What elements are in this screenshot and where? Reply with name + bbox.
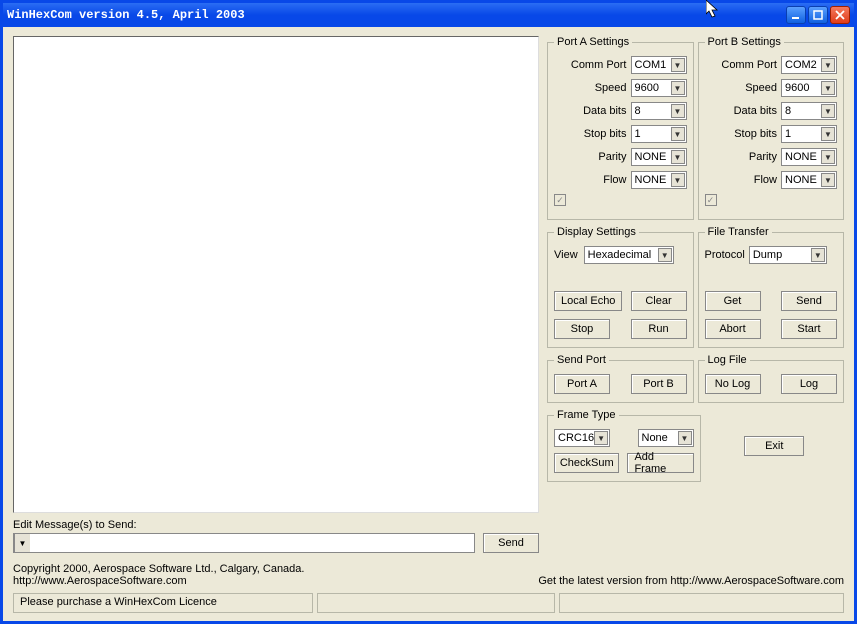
latest-version-text: Get the latest version from http://www.A…	[538, 575, 844, 587]
edit-message-label: Edit Message(s) to Send:	[13, 519, 539, 531]
chevron-down-icon[interactable]: ▼	[678, 431, 692, 445]
port-a-speed-select[interactable]: 9600▼	[631, 79, 687, 97]
chevron-down-icon[interactable]: ▼	[671, 173, 685, 187]
chevron-down-icon[interactable]: ▼	[594, 431, 608, 445]
display-settings: Display Settings View Hexadecimal▼ Local…	[547, 226, 694, 348]
log-file: Log File No LogLog	[698, 354, 845, 403]
chevron-down-icon[interactable]: ▼	[821, 127, 835, 141]
chevron-down-icon[interactable]: ▼	[821, 58, 835, 72]
status-cell-3	[559, 593, 844, 613]
chevron-down-icon[interactable]: ▼	[821, 104, 835, 118]
file-transfer: File Transfer Protocol Dump▼ GetSend Abo…	[698, 226, 845, 348]
stop-button[interactable]: Stop	[554, 319, 610, 339]
window-title: WinHexCom version 4.5, April 2003	[7, 8, 786, 22]
no-log-button[interactable]: No Log	[705, 374, 761, 394]
protocol-select[interactable]: Dump▼	[749, 246, 827, 264]
chevron-down-icon[interactable]: ▼	[671, 150, 685, 164]
start-button[interactable]: Start	[781, 319, 837, 339]
status-cell-2	[317, 593, 555, 613]
chevron-down-icon[interactable]: ▼	[821, 173, 835, 187]
port-a-flow-select[interactable]: NONE▼	[631, 171, 687, 189]
chevron-down-icon[interactable]: ▼	[821, 81, 835, 95]
minimize-button[interactable]	[786, 6, 806, 24]
port-b-speed-select[interactable]: 9600▼	[781, 79, 837, 97]
port-b-comm-select[interactable]: COM2▼	[781, 56, 837, 74]
copyright-text: Copyright 2000, Aerospace Software Ltd.,…	[13, 563, 304, 587]
chevron-down-icon[interactable]: ▼	[671, 104, 685, 118]
port-a-comm-select[interactable]: COM1▼	[631, 56, 687, 74]
local-echo-button[interactable]: Local Echo	[554, 291, 622, 311]
port-b-settings: Port B Settings Comm Port COM2▼ Speed 96…	[698, 36, 845, 220]
port-b-databits-select[interactable]: 8▼	[781, 102, 837, 120]
chevron-down-icon[interactable]: ▼	[671, 127, 685, 141]
frame-type: Frame Type CRC16▼ None▼ CheckSumAdd Fram…	[547, 409, 701, 482]
port-a-enable-checkbox[interactable]: ✓	[554, 194, 566, 206]
port-b-enable-checkbox[interactable]: ✓	[705, 194, 717, 206]
close-button[interactable]	[830, 6, 850, 24]
port-a-databits-select[interactable]: 8▼	[631, 102, 687, 120]
checksum-button[interactable]: CheckSum	[554, 453, 619, 473]
port-b-stopbits-select[interactable]: 1▼	[781, 125, 837, 143]
chevron-down-icon[interactable]: ▼	[14, 534, 30, 552]
port-a-parity-select[interactable]: NONE▼	[631, 148, 687, 166]
edit-message-combo[interactable]: ▼	[13, 533, 475, 553]
send-button[interactable]: Send	[483, 533, 539, 553]
chevron-down-icon[interactable]: ▼	[811, 248, 825, 262]
chevron-down-icon[interactable]: ▼	[821, 150, 835, 164]
maximize-button[interactable]	[808, 6, 828, 24]
chevron-down-icon[interactable]: ▼	[671, 81, 685, 95]
add-frame-button[interactable]: Add Frame	[627, 453, 693, 473]
port-b-button[interactable]: Port B	[631, 374, 687, 394]
crc-select[interactable]: CRC16▼	[554, 429, 610, 447]
file-send-button[interactable]: Send	[781, 291, 837, 311]
port-b-parity-select[interactable]: NONE▼	[781, 148, 837, 166]
titlebar: WinHexCom version 4.5, April 2003	[3, 3, 854, 27]
frame-none-select[interactable]: None▼	[638, 429, 694, 447]
abort-button[interactable]: Abort	[705, 319, 761, 339]
log-button[interactable]: Log	[781, 374, 837, 394]
clear-button[interactable]: Clear	[631, 291, 687, 311]
port-b-flow-select[interactable]: NONE▼	[781, 171, 837, 189]
port-a-stopbits-select[interactable]: 1▼	[631, 125, 687, 143]
run-button[interactable]: Run	[631, 319, 687, 339]
port-a-button[interactable]: Port A	[554, 374, 610, 394]
get-button[interactable]: Get	[705, 291, 761, 311]
chevron-down-icon[interactable]: ▼	[671, 58, 685, 72]
exit-button[interactable]: Exit	[744, 436, 804, 456]
status-cell-1: Please purchase a WinHexCom Licence	[13, 593, 313, 613]
send-port: Send Port Port APort B	[547, 354, 694, 403]
chevron-down-icon[interactable]: ▼	[658, 248, 672, 262]
statusbar: Please purchase a WinHexCom Licence	[13, 593, 844, 613]
output-textarea[interactable]	[13, 36, 539, 513]
view-select[interactable]: Hexadecimal▼	[584, 246, 674, 264]
port-a-settings: Port A Settings Comm Port COM1▼ Speed 96…	[547, 36, 694, 220]
app-window: WinHexCom version 4.5, April 2003 Edit M…	[0, 0, 857, 624]
